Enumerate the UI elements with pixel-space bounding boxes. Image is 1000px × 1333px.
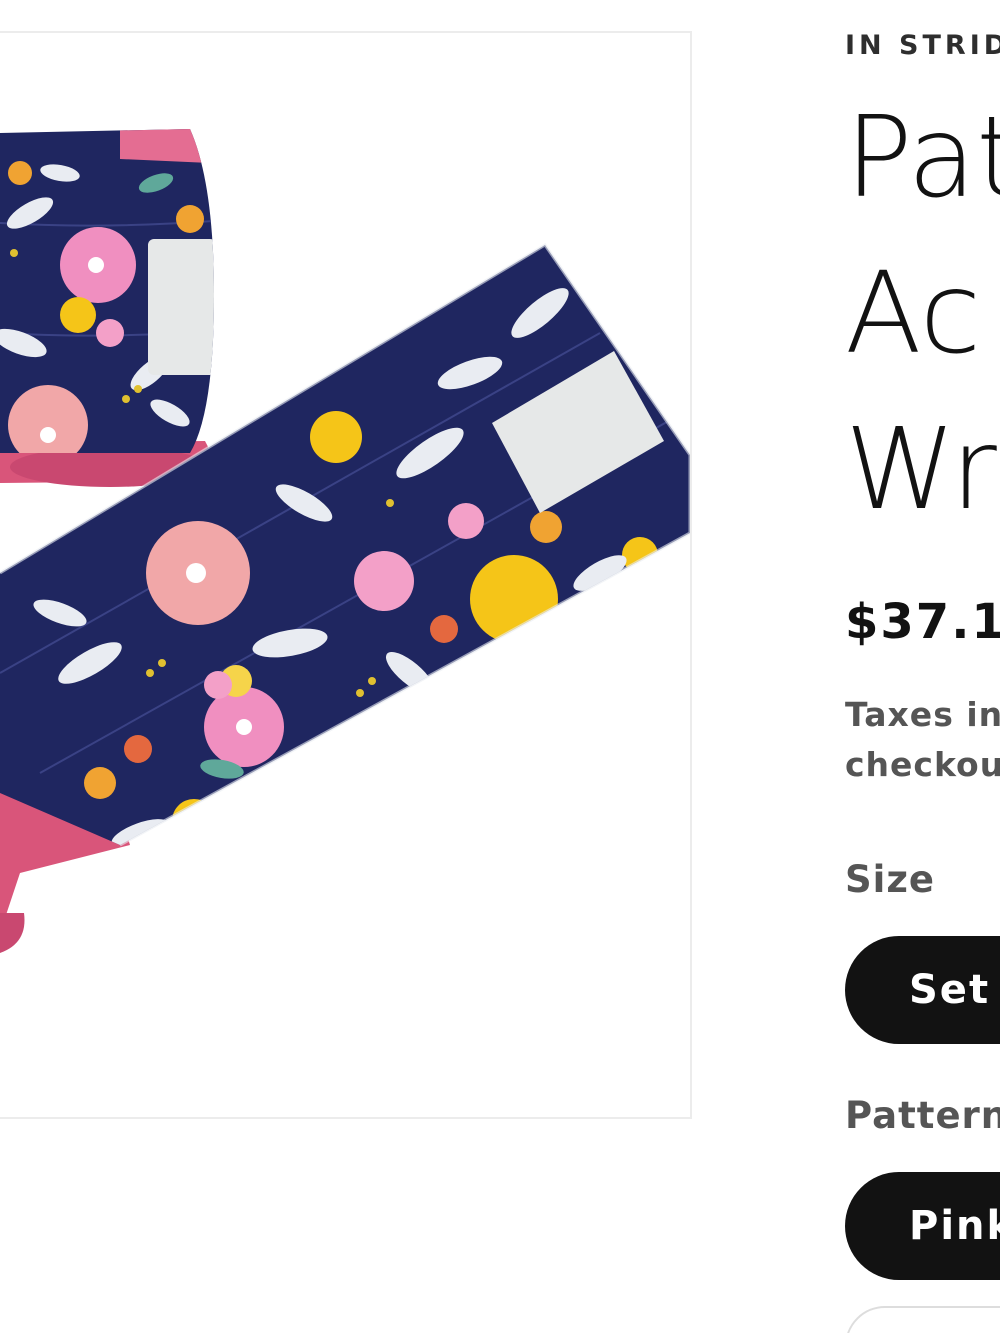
size-label: Size [845,858,935,901]
product-vendor: IN STRID [845,30,1000,61]
tax-line: checkou [845,745,1000,784]
pattern-option-button[interactable]: Pink [845,1172,1000,1280]
product-price: $37.1( [845,594,1000,650]
tax-note: Taxes in checkou [845,690,1000,790]
title-line: Wr [845,405,997,535]
title-line: Pat [845,93,1000,223]
title-line: Ac [845,249,982,379]
size-option-button[interactable]: Set [845,936,1000,1044]
polo-wraps-photo [0,129,690,953]
tax-line: Taxes in [845,695,1000,734]
product-title: Pat Ac Wr [845,80,1000,548]
pattern-label: Pattern [845,1094,1000,1137]
product-page: IN STRID Pat Ac Wr $37.1( Taxes in check… [0,0,1000,1333]
product-image[interactable] [0,31,692,1119]
next-option-button[interactable] [845,1306,1000,1333]
